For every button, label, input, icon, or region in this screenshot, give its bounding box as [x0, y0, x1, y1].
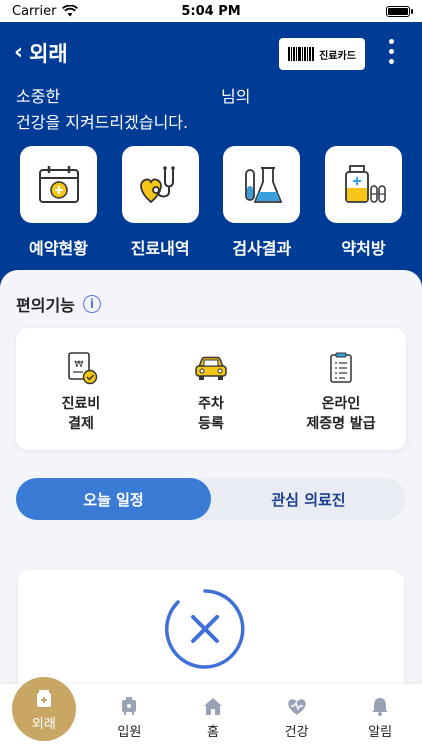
medical-card-button[interactable]: 진료카드	[279, 38, 365, 70]
info-icon[interactable]: i	[82, 295, 101, 313]
back-button[interactable]: ‹ 외래	[14, 38, 68, 68]
shortcut-treatment-history[interactable]: 진료내역	[121, 146, 199, 259]
shortcut-reservation[interactable]: 예약현황	[20, 146, 97, 259]
certificate-label-line2: 제증명 발급	[306, 416, 376, 432]
bottom-tab-bar: 외래 입원 홈 건강 알림	[0, 677, 422, 750]
payment-label-line1: 진료비	[61, 396, 101, 412]
greeting-prefix: 소중한	[16, 87, 61, 106]
header: ‹ 외래 진료카드 소중한 님의 건강을 지켜드리겠습니다. 예약현황 진료내역…	[0, 22, 422, 286]
shortcut-label: 예약현황	[29, 239, 88, 258]
convenience-title: 편의기능	[16, 296, 75, 315]
section-title: 편의기능 i	[16, 292, 101, 316]
tab-inpatient[interactable]: 입원	[99, 684, 159, 750]
greeting-line2: 건강을 지켜드리겠습니다.	[16, 113, 189, 132]
barcode-icon	[288, 47, 315, 61]
clipboard-icon	[330, 352, 352, 383]
convenience-card: ₩ 진료비 결제 주차 등록 온라인 제증명 발급	[16, 328, 406, 450]
payment-button[interactable]: ₩ 진료비 결제	[21, 350, 141, 434]
certificate-label-line1: 온라인	[321, 396, 361, 412]
stethoscope-heart-icon	[140, 165, 175, 203]
tab-label: 홈	[207, 724, 219, 740]
health-heart-icon	[287, 698, 306, 715]
battery-icon	[386, 5, 413, 17]
bell-icon	[372, 697, 389, 716]
more-options-button[interactable]	[384, 36, 398, 66]
lab-flask-icon	[244, 166, 283, 203]
wifi-icon	[62, 5, 79, 17]
tab-notifications[interactable]: 알림	[350, 684, 410, 750]
certificate-button[interactable]: 온라인 제증명 발급	[281, 350, 401, 434]
schedule-toggle: 오늘 일정 관심 의료진	[16, 478, 406, 520]
shortcut-grid: 예약현황 진료내역 검사결과 약처방	[0, 146, 422, 259]
parking-button[interactable]: 주차 등록	[151, 350, 271, 434]
more-dot-icon	[388, 38, 394, 44]
medicine-bottle-icon	[345, 164, 387, 203]
tab-favorite-doctors[interactable]: 관심 의료진	[211, 478, 406, 520]
shortcut-label: 약처방	[341, 239, 386, 258]
empty-x-circle-icon	[164, 589, 245, 669]
inpatient-icon	[122, 696, 137, 715]
payment-bill-icon: ₩	[68, 352, 98, 385]
parking-label-line1: 주차	[198, 396, 224, 412]
svg-text:₩: ₩	[75, 360, 84, 370]
page-title: 외래	[29, 42, 68, 66]
tab-home[interactable]: 홈	[183, 684, 243, 750]
shortcut-test-results[interactable]: 검사결과	[223, 146, 301, 259]
shortcut-label: 진료내역	[130, 239, 190, 258]
outpatient-icon	[36, 689, 51, 707]
car-icon	[195, 356, 227, 380]
medical-card-label: 진료카드	[319, 50, 356, 62]
greeting: 소중한 님의 건강을 지켜드리겠습니다.	[16, 84, 396, 136]
status-bar: Carrier 5:04 PM	[0, 0, 422, 22]
shortcut-prescription[interactable]: 약처방	[324, 146, 402, 259]
tab-label: 알림	[368, 724, 393, 740]
tab-label: 건강	[284, 724, 309, 740]
greeting-suffix: 님의	[221, 87, 251, 106]
carrier-label: Carrier	[12, 3, 57, 19]
main-content: 편의기능 i ₩ 진료비 결제 주차 등록 온라인 제증명 발급 오늘 일정 관…	[0, 270, 422, 750]
chevron-left-icon: ‹	[14, 40, 24, 65]
calendar-plus-icon	[38, 165, 79, 203]
home-icon	[203, 697, 222, 715]
payment-label-line2: 결제	[68, 416, 94, 432]
tab-today-schedule[interactable]: 오늘 일정	[16, 478, 211, 520]
tab-health[interactable]: 건강	[267, 684, 327, 750]
shortcut-label: 검사결과	[232, 239, 292, 258]
tab-label: 외래	[31, 716, 56, 732]
tab-outpatient[interactable]: 외래	[11, 677, 76, 741]
parking-label-line2: 등록	[198, 416, 224, 432]
tab-label: 입원	[117, 724, 142, 740]
